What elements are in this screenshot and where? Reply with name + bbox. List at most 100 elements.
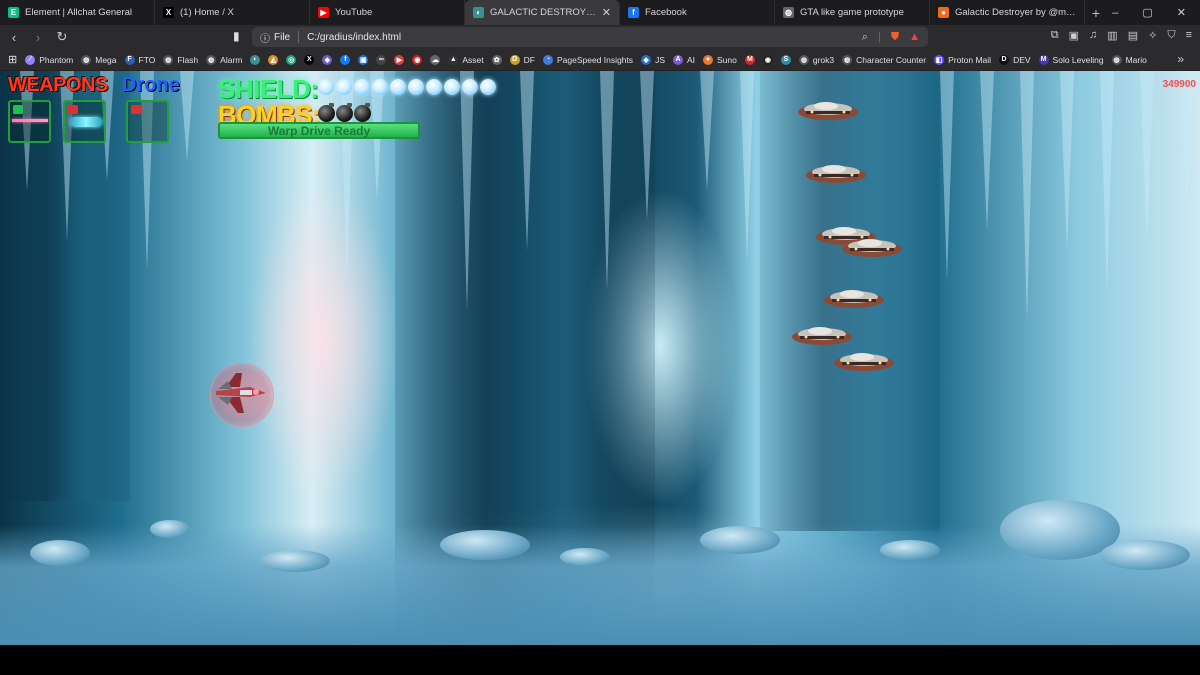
enemy-ship-icon[interactable] bbox=[822, 285, 886, 311]
bookmark-label: Flash bbox=[177, 54, 199, 65]
tab-1[interactable]: X (1) Home / X bbox=[155, 0, 310, 25]
close-tab-icon[interactable]: ✕ bbox=[602, 6, 611, 19]
brave-shield-icon[interactable]: ⛊ bbox=[891, 31, 899, 44]
bookmark-13[interactable]: ▶ bbox=[394, 54, 405, 65]
enemy-ship-icon[interactable] bbox=[790, 322, 854, 348]
back-button[interactable]: ‹ bbox=[4, 27, 24, 47]
tab-2[interactable]: ▶ YouTube bbox=[310, 0, 465, 25]
tab-title: Galactic Destroyer by @mercuri bbox=[955, 7, 1076, 18]
ice-boulder bbox=[700, 526, 780, 554]
bookmark-20[interactable]: ◆ JS bbox=[641, 54, 665, 65]
player-ship-icon bbox=[216, 373, 266, 413]
bookmark-27[interactable]: ◍ Character Counter bbox=[842, 54, 926, 65]
bookmark-25[interactable]: S bbox=[780, 54, 791, 65]
enemy-ship-icon[interactable] bbox=[840, 234, 904, 260]
tab-3[interactable]: ◐ GALACTIC DESTROYER ✕ bbox=[465, 0, 620, 25]
leo-ai-icon[interactable]: ✧ bbox=[1148, 29, 1157, 42]
bookmark-29[interactable]: D DEV bbox=[999, 54, 1031, 65]
bookmark-4[interactable]: ◍ Alarm bbox=[206, 54, 243, 65]
url-text[interactable]: C:/gradius/index.html bbox=[307, 32, 854, 43]
bookmark-label: Proton Mail bbox=[948, 54, 992, 65]
bookmark-18[interactable]: D DF bbox=[509, 54, 535, 65]
more-bookmarks-icon[interactable]: » bbox=[1177, 52, 1184, 66]
bookmark-7[interactable]: ◎ bbox=[286, 54, 297, 65]
bookmark-5[interactable]: ◐ bbox=[250, 54, 261, 65]
bookmark-0[interactable]: ⁄ Phantom bbox=[25, 54, 73, 65]
bookmark-31[interactable]: ◍ Mario bbox=[1111, 54, 1147, 65]
bookmark-21[interactable]: A AI bbox=[672, 54, 696, 65]
bookmark-favicon-icon: ◆ bbox=[322, 54, 333, 65]
new-tab-button[interactable]: + bbox=[1085, 0, 1107, 25]
site-info[interactable]: ⓘ File bbox=[260, 30, 290, 45]
bookmark-28[interactable]: ◧ Proton Mail bbox=[934, 54, 992, 65]
bookmark-6[interactable]: ◭ bbox=[268, 54, 279, 65]
bookmark-14[interactable]: ◉ bbox=[412, 54, 423, 65]
game-canvas[interactable]: WEAPONS Drone SHIELD: BOMBS: Warp Drive … bbox=[0, 71, 1200, 645]
address-bar[interactable]: ⓘ File C:/gradius/index.html ⌕ | ⛊ ▲ bbox=[252, 27, 928, 47]
bookmark-15[interactable]: ☁ bbox=[430, 54, 441, 65]
tab-title: Element | Allchat General bbox=[25, 7, 133, 18]
bookmark-19[interactable]: ◔ PageSpeed Insights bbox=[542, 54, 633, 65]
player-ship[interactable] bbox=[210, 363, 274, 427]
vpn-icon[interactable]: ⛉ bbox=[1167, 29, 1175, 42]
bookmark-24[interactable]: ◉ bbox=[762, 54, 773, 65]
shield-pip-icon bbox=[354, 79, 370, 95]
extensions-icon[interactable]: ⧉ bbox=[1051, 29, 1059, 42]
close-window-button[interactable]: ✕ bbox=[1177, 6, 1186, 19]
bookmark-8[interactable]: X bbox=[304, 54, 315, 65]
score-readout: 349900 bbox=[1162, 79, 1196, 90]
bookmark-23[interactable]: M bbox=[744, 54, 755, 65]
screenshot-icon[interactable]: ▣ bbox=[1069, 29, 1079, 42]
bookmark-3[interactable]: ◍ Flash bbox=[163, 54, 199, 65]
bookmark-page-icon[interactable]: ▮ bbox=[233, 29, 240, 43]
enemy-ship-icon[interactable] bbox=[796, 97, 860, 123]
bookmark-favicon-icon: S bbox=[780, 54, 791, 65]
rewards-icon[interactable]: ▲ bbox=[909, 31, 920, 43]
bookmark-17[interactable]: ✿ bbox=[491, 54, 502, 65]
zoom-icon[interactable]: ⌕ bbox=[862, 31, 868, 44]
bookmark-2[interactable]: F FTO bbox=[124, 54, 155, 65]
bookmark-26[interactable]: ◍ grok3 bbox=[798, 54, 834, 65]
bookmark-favicon-icon: ☁ bbox=[430, 54, 441, 65]
bookmark-label: Alarm bbox=[220, 54, 243, 65]
shield-pip-icon bbox=[480, 79, 496, 95]
minimize-button[interactable]: – bbox=[1112, 7, 1118, 19]
enemy-ship-icon[interactable] bbox=[804, 160, 868, 186]
plasma-slot[interactable] bbox=[63, 100, 106, 143]
bookmark-10[interactable]: f bbox=[340, 54, 351, 65]
icicle bbox=[1060, 71, 1074, 251]
bookmark-9[interactable]: ◆ bbox=[322, 54, 333, 65]
wallet-icon[interactable]: ▤ bbox=[1128, 29, 1138, 42]
tab-0[interactable]: E Element | Allchat General bbox=[0, 0, 155, 25]
plasma-orb-icon bbox=[70, 117, 102, 127]
tab-5[interactable]: ◍ GTA like game prototype bbox=[775, 0, 930, 25]
bookmark-label: AI bbox=[686, 54, 696, 65]
bookmark-12[interactable]: ∞ bbox=[376, 54, 387, 65]
ice-boulder bbox=[1100, 540, 1190, 570]
laser-slot[interactable] bbox=[8, 100, 51, 143]
tab-title: GALACTIC DESTROYER bbox=[490, 7, 596, 18]
element-icon: E bbox=[8, 7, 19, 18]
bookmark-16[interactable]: ▲ Asset bbox=[448, 54, 484, 65]
forward-button[interactable]: › bbox=[28, 27, 48, 47]
sidebar-icon[interactable]: ▥ bbox=[1107, 29, 1117, 42]
bookmark-favicon-icon: ◧ bbox=[934, 54, 945, 65]
shield-pip-icon bbox=[372, 79, 388, 95]
bookmark-1[interactable]: ◍ Mega bbox=[81, 54, 117, 65]
reload-button[interactable]: ↻ bbox=[52, 27, 72, 47]
menu-icon[interactable]: ≡ bbox=[1186, 29, 1192, 42]
bookmark-favicon-icon: ▣ bbox=[358, 54, 369, 65]
music-icon[interactable]: ♫ bbox=[1089, 29, 1097, 42]
bookmark-22[interactable]: ● Suno bbox=[703, 54, 737, 65]
enemy-ship-icon[interactable] bbox=[832, 348, 896, 374]
maximize-button[interactable]: ▢ bbox=[1142, 6, 1152, 19]
tab-4[interactable]: f Facebook bbox=[620, 0, 775, 25]
tab-6[interactable]: ● Galactic Destroyer by @mercuri bbox=[930, 0, 1085, 25]
laser-beam-icon bbox=[12, 119, 48, 122]
icicle bbox=[700, 71, 714, 191]
apps-icon[interactable]: ⊞ bbox=[8, 53, 17, 66]
bookmark-30[interactable]: M Solo Leveling bbox=[1038, 54, 1104, 65]
bookmark-11[interactable]: ▣ bbox=[358, 54, 369, 65]
lock-icon bbox=[13, 105, 23, 114]
drone-slot[interactable] bbox=[126, 100, 169, 143]
